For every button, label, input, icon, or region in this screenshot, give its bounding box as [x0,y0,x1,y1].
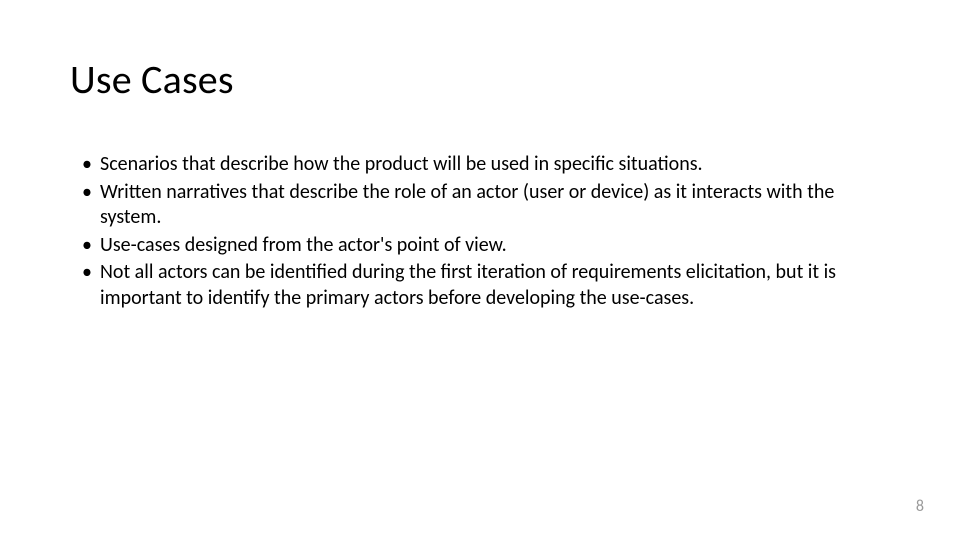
page-number: 8 [916,497,924,516]
list-item: Not all actors can be identified during … [82,260,890,311]
list-item: Scenarios that describe how the product … [82,152,890,178]
list-item: Use-cases designed from the actor's poin… [82,233,890,259]
slide-title: Use Cases [70,55,890,104]
slide-container: Use Cases Scenarios that describe how th… [0,0,960,540]
list-item: Written narratives that describe the rol… [82,180,890,231]
bullet-list: Scenarios that describe how the product … [70,152,890,312]
